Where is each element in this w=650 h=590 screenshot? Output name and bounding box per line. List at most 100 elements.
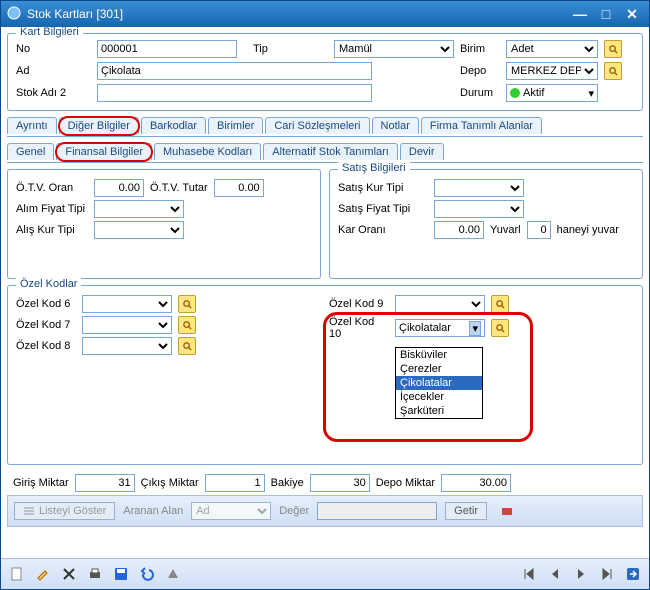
ozel7-picker-icon[interactable] (178, 316, 196, 334)
getir-button[interactable]: Getir (445, 502, 487, 520)
undo-icon[interactable] (135, 562, 159, 586)
birim-picker-icon[interactable] (604, 40, 622, 58)
ozel9-select[interactable] (395, 295, 485, 313)
tip-select[interactable]: Mamül (334, 40, 454, 58)
opt-biskuviler[interactable]: Bisküviler (396, 348, 482, 362)
kart-legend: Kart Bilgileri (16, 27, 83, 38)
durum-label: Durum (460, 87, 500, 99)
tabs-main: Ayrıntı Diğer Bilgiler Barkodlar Birimle… (7, 117, 643, 137)
ozel10-picker-icon[interactable] (491, 319, 509, 337)
minimize-button[interactable]: — (569, 5, 591, 23)
filter-bar: Listeyi Göster Aranan Alan Ad Değer Geti… (7, 495, 643, 527)
tab-genel[interactable]: Genel (7, 143, 54, 160)
print-report-icon[interactable] (495, 499, 519, 523)
aranan-select: Ad (191, 502, 271, 520)
first-icon[interactable] (517, 562, 541, 586)
tab-notlar[interactable]: Notlar (372, 117, 419, 134)
opt-icecekler[interactable]: İçecekler (396, 390, 482, 404)
opt-cikolatalar[interactable]: Çikolatalar (396, 376, 482, 390)
durum-select[interactable]: Aktif ▾ (506, 84, 598, 102)
tab-cari[interactable]: Cari Sözleşmeleri (265, 117, 369, 134)
satis-kur-label: Satış Kur Tipi (338, 182, 428, 194)
depo-miktar-input[interactable] (441, 474, 511, 492)
delete-icon[interactable] (57, 562, 81, 586)
birim-select[interactable]: Adet (506, 40, 598, 58)
no-label: No (16, 43, 88, 55)
otv-oran-input[interactable] (94, 179, 144, 197)
print-icon[interactable] (83, 562, 107, 586)
edit-icon[interactable] (31, 562, 55, 586)
otv-tutar-label: Ö.T.V. Tutar (150, 182, 208, 194)
liste-goster-button[interactable]: Listeyi Göster (14, 502, 115, 520)
ad-label: Ad (16, 65, 88, 77)
haneyi-label: haneyi yuvar (557, 224, 619, 236)
ozel8-picker-icon[interactable] (178, 337, 196, 355)
maximize-button[interactable]: □ (595, 5, 617, 23)
new-icon[interactable] (5, 562, 29, 586)
cikis-input[interactable] (205, 474, 265, 492)
ozel10-select[interactable]: Çikolatalar ▾ (395, 319, 485, 337)
no-input[interactable] (97, 40, 237, 58)
ozel8-select[interactable] (82, 337, 172, 355)
satis-legend: Satış Bilgileri (338, 162, 410, 174)
birim-label: Birim (460, 43, 500, 55)
ad-input[interactable] (97, 62, 372, 80)
kar-label: Kar Oranı (338, 224, 428, 236)
ozel6-label: Özel Kod 6 (16, 298, 76, 310)
satis-kur-select[interactable] (434, 179, 524, 197)
tab-muhasebe[interactable]: Muhasebe Kodları (154, 143, 261, 160)
depo-select[interactable]: MERKEZ DEPO (506, 62, 598, 80)
window-title: Stok Kartları [301] (27, 7, 565, 21)
tip-label: Tip (253, 43, 328, 55)
close-button[interactable]: ✕ (621, 5, 643, 23)
tab-alternatif[interactable]: Alternatif Stok Tanımları (263, 143, 398, 160)
exit-icon[interactable] (621, 562, 645, 586)
aranan-label: Aranan Alan (123, 505, 183, 517)
tab-ayrinti[interactable]: Ayrıntı (7, 117, 57, 134)
alis-select[interactable] (94, 221, 184, 239)
miktar-row: Giriş Miktar Çıkış Miktar Bakiye Depo Mi… (7, 471, 643, 495)
ozel8-label: Özel Kod 8 (16, 340, 76, 352)
ozel9-picker-icon[interactable] (491, 295, 509, 313)
otv-tutar-input[interactable] (214, 179, 264, 197)
depo-picker-icon[interactable] (604, 62, 622, 80)
opt-cerezler[interactable]: Çerezler (396, 362, 482, 376)
app-window: Stok Kartları [301] — □ ✕ Kart Bilgileri… (0, 0, 650, 590)
tab-barkodlar[interactable]: Barkodlar (141, 117, 206, 134)
tab-birimler[interactable]: Birimler (208, 117, 263, 134)
ozel7-select[interactable] (82, 316, 172, 334)
yuvarl-input[interactable] (527, 221, 551, 239)
ozel6-select[interactable] (82, 295, 172, 313)
content-area: Kart Bilgileri No Tip Mamül Birim Adet A… (1, 27, 649, 558)
titlebar: Stok Kartları [301] — □ ✕ (1, 1, 649, 27)
alim-select[interactable] (94, 200, 184, 218)
kart-bilgileri-group: Kart Bilgileri No Tip Mamül Birim Adet A… (7, 33, 643, 111)
tab-finansal[interactable]: Finansal Bilgiler (56, 143, 152, 160)
bottom-toolbar (1, 558, 649, 589)
list-icon (23, 506, 35, 516)
otv-oran-label: Ö.T.V. Oran (16, 182, 88, 194)
opt-sarkuteri[interactable]: Şarküteri (396, 404, 482, 418)
satis-fiyat-select[interactable] (434, 200, 524, 218)
bakiye-input[interactable] (310, 474, 370, 492)
last-icon[interactable] (595, 562, 619, 586)
save-icon[interactable] (109, 562, 133, 586)
ozel10-dropdown[interactable]: Bisküviler Çerezler Çikolatalar İçecekle… (395, 347, 483, 419)
tab-firma[interactable]: Firma Tanımlı Alanlar (421, 117, 542, 134)
tab-diger-bilgiler[interactable]: Diğer Bilgiler (59, 117, 139, 134)
satis-group: Satış Bilgileri Satış Kur Tipi Satış Fiy… (329, 169, 643, 279)
prev-icon[interactable] (543, 562, 567, 586)
next-icon[interactable] (569, 562, 593, 586)
stok2-input[interactable] (97, 84, 372, 102)
satis-fiyat-label: Satış Fiyat Tipi (338, 203, 428, 215)
export-icon[interactable] (161, 562, 185, 586)
kar-input[interactable] (434, 221, 484, 239)
ozel6-picker-icon[interactable] (178, 295, 196, 313)
giris-input[interactable] (75, 474, 135, 492)
giris-label: Giriş Miktar (13, 477, 69, 489)
ozel-legend: Özel Kodlar (16, 278, 81, 290)
tab-devir[interactable]: Devir (400, 143, 444, 160)
tabs-sub: Genel Finansal Bilgiler Muhasebe Kodları… (7, 143, 643, 163)
bakiye-label: Bakiye (271, 477, 304, 489)
left-group: Ö.T.V. Oran Ö.T.V. Tutar Alım Fiyat Tipi… (7, 169, 321, 279)
